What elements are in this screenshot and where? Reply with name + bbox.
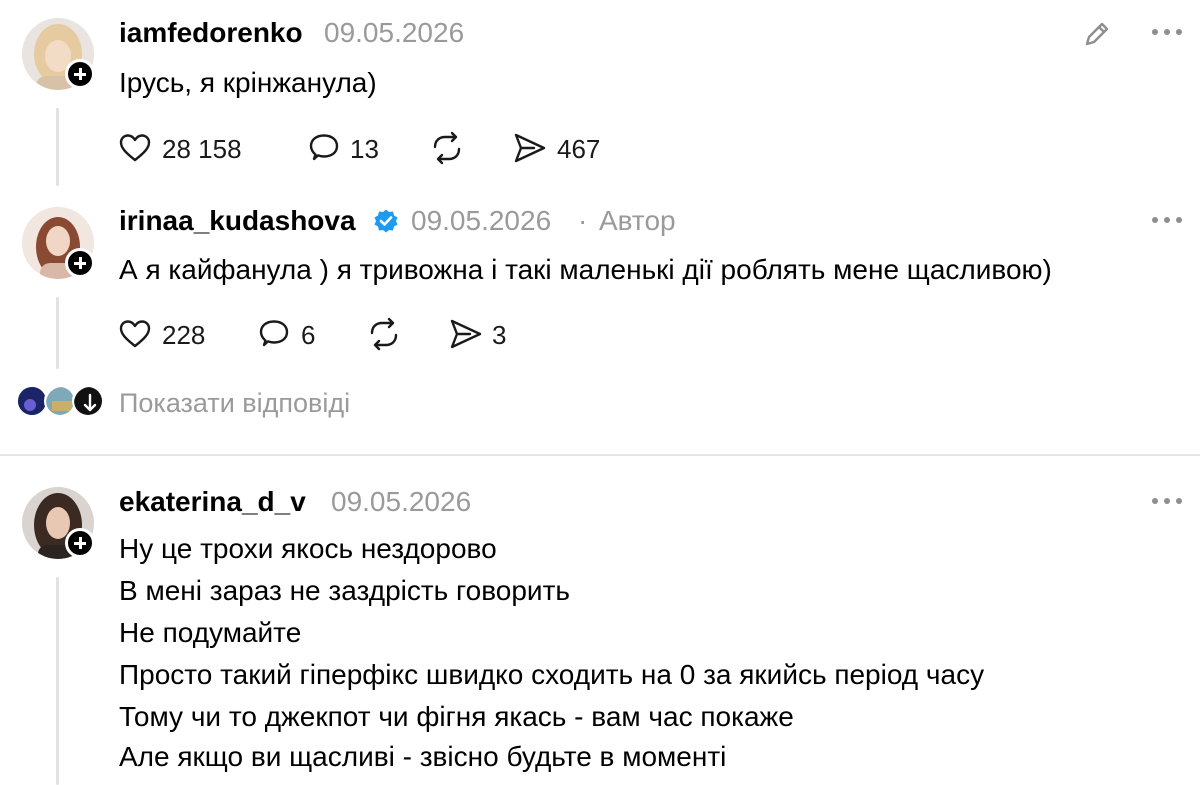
timestamp: 09.05.2026: [324, 17, 465, 48]
comment-icon[interactable]: [257, 318, 291, 350]
comment-icon[interactable]: [307, 132, 341, 164]
timestamp: 09.05.2026: [331, 486, 472, 517]
post-text: А я кайфанула ) я тривожна і такі малень…: [119, 254, 1052, 285]
post-text-line: Але якщо ви щасливі - звісно будьте в мо…: [119, 741, 727, 772]
follow-button[interactable]: [65, 528, 95, 558]
comment-count: 6: [301, 320, 316, 350]
post-text-line: Не подумайте: [119, 617, 302, 648]
username[interactable]: irinaa_kudashova: [119, 205, 356, 237]
timestamp: 09.05.2026: [411, 205, 552, 236]
follow-button[interactable]: [65, 248, 95, 278]
show-replies-link[interactable]: Показати відповіді: [119, 388, 350, 419]
thread-line: [56, 108, 59, 186]
more-icon[interactable]: [1152, 217, 1182, 223]
send-icon[interactable]: [512, 131, 548, 165]
username[interactable]: ekaterina_d_v: [119, 486, 306, 518]
separator: ·: [578, 205, 588, 236]
author-label: Автор: [599, 205, 676, 236]
like-count: 228: [162, 320, 206, 350]
pencil-icon[interactable]: [1081, 18, 1113, 50]
follow-button[interactable]: [65, 59, 95, 89]
reply-avatar[interactable]: [72, 385, 104, 417]
like-count: 28 158: [162, 134, 242, 164]
repost-icon[interactable]: [366, 317, 402, 351]
more-icon[interactable]: [1152, 498, 1182, 504]
heart-icon[interactable]: [118, 318, 152, 350]
heart-icon[interactable]: [118, 132, 152, 164]
post-text-line: Тому чи то джекпот чи фігня якась - вам …: [119, 701, 794, 732]
post-text-line: Ну це трохи якось нездорово: [119, 533, 497, 564]
repost-icon[interactable]: [429, 131, 465, 165]
thread-line: [56, 297, 59, 369]
post-text-line: В мені зараз не заздрість говорить: [119, 575, 570, 606]
post-text-line: Просто такий гіперфікс швидко сходить на…: [119, 659, 985, 690]
send-icon[interactable]: [448, 317, 484, 351]
username[interactable]: iamfedorenko: [119, 17, 303, 49]
share-count: 467: [557, 134, 601, 164]
verified-badge-icon: [374, 209, 398, 233]
divider: [0, 454, 1200, 456]
comment-count: 13: [350, 134, 379, 164]
more-icon[interactable]: [1152, 29, 1182, 35]
post-text: Ірусь, я крінжанула): [119, 67, 377, 98]
thread-line: [56, 577, 59, 785]
share-count: 3: [492, 320, 507, 350]
